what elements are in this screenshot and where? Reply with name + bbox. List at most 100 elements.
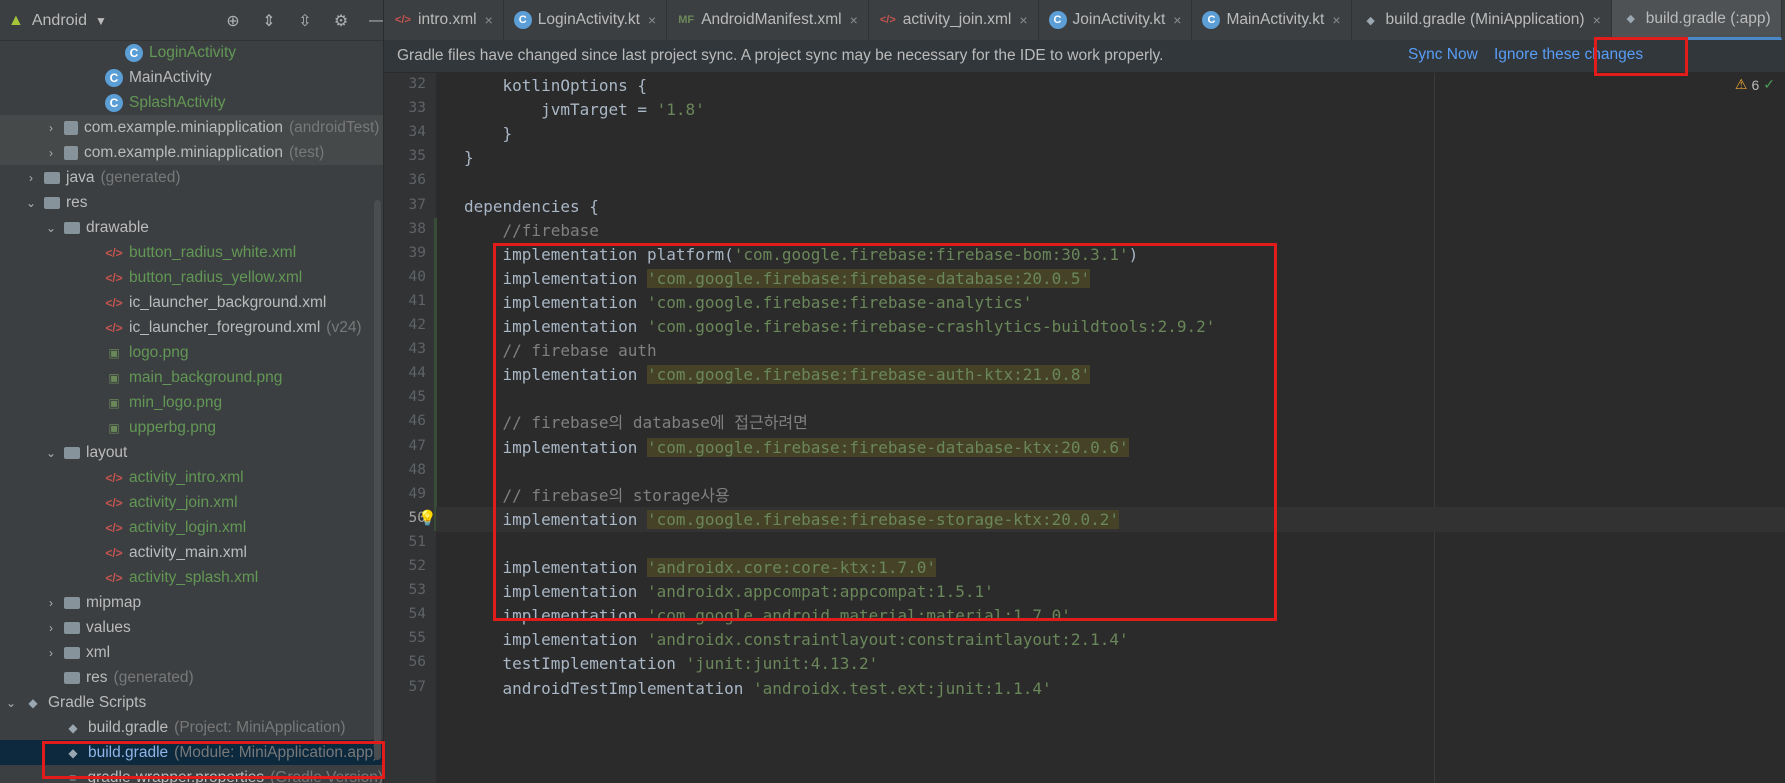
close-icon[interactable]: × bbox=[485, 12, 493, 28]
code-token: implementation bbox=[464, 509, 648, 529]
chevron-right-icon[interactable]: › bbox=[44, 646, 58, 660]
tree-item[interactable]: ⌄ ◆ Gradle Scripts bbox=[0, 690, 383, 715]
tree-item[interactable]: </> activity_main.xml bbox=[0, 540, 383, 565]
code-line: implementation 'androidx.appcompat:appco… bbox=[464, 579, 994, 604]
tree-item[interactable]: res (generated) bbox=[0, 665, 383, 690]
tree-item[interactable]: C LoginActivity bbox=[0, 40, 383, 65]
tree-item-label: main_background.png bbox=[129, 368, 283, 386]
tree-item[interactable]: › mipmap bbox=[0, 590, 383, 615]
gradle-icon: ◆ bbox=[1626, 13, 1635, 25]
close-icon[interactable]: × bbox=[850, 12, 858, 28]
lightbulb-icon[interactable]: 💡 bbox=[418, 509, 437, 527]
tree-item[interactable]: › xml bbox=[0, 640, 383, 665]
tree-item[interactable]: ≡ gradle-wrapper.properties (Gradle Versio… bbox=[0, 765, 383, 783]
chevron-right-icon[interactable]: › bbox=[44, 146, 58, 160]
chevron-down-icon[interactable]: ⌄ bbox=[4, 696, 18, 710]
tree-item[interactable]: ⌄ drawable bbox=[0, 215, 383, 240]
chevron-right-icon[interactable]: › bbox=[44, 596, 58, 610]
chevron-right-icon[interactable]: › bbox=[44, 121, 58, 135]
vcs-change-marker[interactable] bbox=[434, 217, 437, 531]
tree-item[interactable]: ▣ min_logo.png bbox=[0, 390, 383, 415]
sync-now-link[interactable]: Sync Now bbox=[1408, 46, 1478, 64]
string-literal: 'com.google.android.material:material:1.… bbox=[647, 606, 1071, 626]
code-token: kotlinOptions { bbox=[464, 76, 648, 95]
ignore-changes-link[interactable]: Ignore these changes bbox=[1494, 46, 1643, 64]
tree-item-suffix: (generated) bbox=[113, 668, 194, 686]
collapse-all-icon[interactable]: ⇳ bbox=[292, 8, 318, 34]
close-icon[interactable]: × bbox=[1332, 12, 1340, 28]
tree-item[interactable]: </> activity_login.xml bbox=[0, 515, 383, 540]
sidebar-scrollbar[interactable] bbox=[374, 200, 381, 760]
editor-tab[interactable]: C JoinActivity.kt × bbox=[1039, 0, 1193, 40]
close-icon[interactable]: × bbox=[1593, 12, 1601, 28]
editor-tab[interactable]: C LoginActivity.kt × bbox=[504, 0, 668, 40]
tree-item[interactable]: C SplashActivity bbox=[0, 90, 383, 115]
code-editor[interactable]: 32 33 34 35 36 37 38 39 40 41 42 43 44 45 46 47 48 49 50 51… bbox=[384, 73, 1785, 783]
code-token: dependencies { bbox=[464, 196, 599, 216]
comment: // firebase의 database에 접근하려면 bbox=[464, 413, 808, 433]
code-token: implementation bbox=[464, 437, 648, 457]
tree-item-suffix: (Gradle Version) bbox=[270, 768, 383, 783]
xml-file-icon: </> bbox=[105, 470, 123, 485]
chevron-right-icon[interactable]: › bbox=[24, 171, 38, 185]
tree-item[interactable]: ◆ build.gradle (Module: MiniApplication.ap… bbox=[0, 740, 383, 765]
chevron-right-icon[interactable]: › bbox=[44, 621, 58, 635]
locate-icon[interactable]: ⊕ bbox=[220, 8, 246, 34]
tree-item[interactable]: </> activity_splash.xml bbox=[0, 565, 383, 590]
code-token: androidTestImplementation bbox=[464, 678, 753, 698]
line-number: 51 bbox=[408, 533, 426, 550]
tree-item[interactable]: ⌄ layout bbox=[0, 440, 383, 465]
tree-item[interactable]: </> button_radius_yellow.xml bbox=[0, 265, 383, 290]
tree-item[interactable]: C MainActivity bbox=[0, 65, 383, 90]
editor-tab[interactable]: ◆ build.gradle (:app) bbox=[1611, 0, 1782, 40]
tree-item[interactable]: ◆ build.gradle (Project: MiniApplication) bbox=[0, 715, 383, 740]
editor-tab[interactable]: ◆ build.gradle (MiniApplication) × bbox=[1352, 0, 1612, 40]
tab-label: AndroidManifest.xml bbox=[701, 11, 842, 28]
tree-item[interactable]: ▣ logo.png bbox=[0, 340, 383, 365]
string-literal: 'com.google.firebase:firebase-auth-ktx:2… bbox=[647, 365, 1091, 385]
comment: //firebase bbox=[464, 220, 599, 240]
code-token: implementation bbox=[464, 558, 648, 577]
tree-item[interactable]: </> activity_join.xml bbox=[0, 490, 383, 515]
code-line: implementation 'com.google.firebase:fire… bbox=[464, 362, 1091, 387]
editor-tab[interactable]: </> intro.xml × bbox=[384, 0, 504, 40]
hide-icon[interactable]: — bbox=[364, 8, 383, 34]
close-icon[interactable]: × bbox=[1019, 12, 1027, 28]
tree-item[interactable]: </> button_radius_white.xml bbox=[0, 240, 383, 265]
tree-item[interactable]: › com.example.miniapplication (test) bbox=[0, 140, 383, 165]
close-icon[interactable]: × bbox=[1173, 12, 1181, 28]
line-number: 42 bbox=[408, 317, 426, 333]
chevron-down-icon[interactable]: ⌄ bbox=[44, 446, 58, 460]
tree-item[interactable]: ▣ main_background.png bbox=[0, 365, 383, 390]
code-token: } bbox=[464, 124, 513, 144]
line-number: 43 bbox=[408, 341, 426, 358]
gear-icon[interactable]: ⚙ bbox=[328, 8, 354, 34]
tree-item-label: activity_join.xml bbox=[129, 493, 238, 511]
gradle-icon: ◆ bbox=[68, 745, 78, 760]
tree-item[interactable]: › values bbox=[0, 615, 383, 640]
tree-item[interactable]: ▣ upperbg.png bbox=[0, 415, 383, 440]
tree-item[interactable]: </> activity_intro.xml bbox=[0, 465, 383, 490]
chevron-down-icon[interactable]: ⌄ bbox=[24, 196, 38, 210]
chevron-down-icon[interactable]: ⌄ bbox=[44, 221, 58, 235]
editor-tab[interactable]: C MainActivity.kt × bbox=[1192, 0, 1352, 40]
package-icon bbox=[64, 145, 78, 160]
tree-item[interactable]: </> ic_launcher_background.xml bbox=[0, 290, 383, 315]
image-file-icon: ▣ bbox=[108, 395, 120, 410]
close-icon[interactable]: × bbox=[648, 12, 656, 28]
editor-tab[interactable]: MF AndroidManifest.xml × bbox=[667, 0, 869, 40]
line-number: 44 bbox=[408, 365, 426, 382]
expand-all-icon[interactable]: ⇕ bbox=[256, 8, 282, 34]
view-selector[interactable]: ▲ Android ▼ bbox=[8, 10, 107, 32]
string-literal: 'com.google.firebase:firebase-crashlytic… bbox=[647, 317, 1216, 336]
tree-item[interactable]: › java (generated) bbox=[0, 165, 383, 190]
line-number: 37 bbox=[408, 196, 426, 213]
editor-tab[interactable]: </> activity_join.xml × bbox=[869, 0, 1039, 40]
xml-file-icon: </> bbox=[105, 495, 123, 510]
tree-item[interactable]: › com.example.miniapplication (androidTest… bbox=[0, 115, 383, 140]
gradle-icon: ◆ bbox=[1366, 14, 1375, 27]
tree-item[interactable]: </> ic_launcher_foreground.xml (v24) bbox=[0, 315, 383, 340]
inspection-widget[interactable]: ⚠ 6 ✓ bbox=[1735, 76, 1775, 93]
tree-item[interactable]: ⌄ res bbox=[0, 190, 383, 215]
kotlin-file-icon: C bbox=[1048, 11, 1067, 29]
